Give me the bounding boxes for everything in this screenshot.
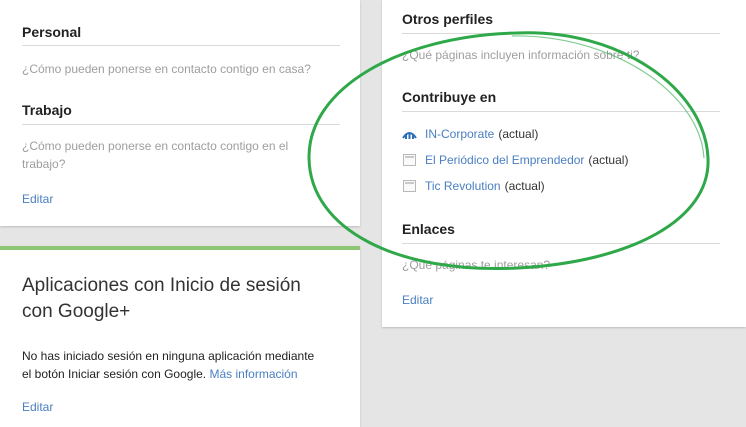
webpage-icon	[402, 154, 417, 167]
links-divider	[402, 243, 720, 244]
links-title: Enlaces	[402, 221, 455, 237]
contribution-name[interactable]: El Periódico del Emprendedor	[425, 153, 584, 167]
personal-contact-hint[interactable]: ¿Cómo pueden ponerse en contacto contigo…	[22, 60, 311, 78]
apps-card-title: Aplicaciones con Inicio de sesión con Go…	[22, 273, 301, 325]
links-hint[interactable]: ¿Qué páginas te interesan?	[402, 256, 550, 274]
more-info-link[interactable]: Más información	[209, 367, 297, 381]
contribution-status: (actual)	[504, 179, 545, 193]
work-divider	[22, 124, 340, 125]
contribution-item[interactable]: El Periódico del Emprendedor (actual)	[402, 151, 628, 169]
contributes-title: Contribuye en	[402, 89, 497, 105]
apps-description-line1: No has iniciado sesión en ninguna aplica…	[22, 349, 315, 363]
personal-section-title: Personal	[22, 24, 82, 40]
contact-edit-link[interactable]: Editar	[22, 192, 53, 206]
contact-info-card: Personal ¿Cómo pueden ponerse en contact…	[0, 0, 360, 226]
apps-card-description: No has iniciado sesión en ninguna aplica…	[22, 347, 314, 383]
apps-card-title-line1: Aplicaciones con Inicio de sesión	[22, 275, 301, 296]
contribution-status: (actual)	[588, 153, 629, 167]
other-profiles-title: Otros perfiles	[402, 11, 494, 27]
apps-edit-link[interactable]: Editar	[22, 400, 53, 414]
contribution-status: (actual)	[498, 127, 539, 141]
google-signin-apps-card: Aplicaciones con Inicio de sesión con Go…	[0, 246, 360, 427]
personal-divider	[22, 45, 340, 46]
work-section-title: Trabajo	[22, 102, 72, 118]
apps-description-line2: el botón Iniciar sesión con Google.	[22, 367, 207, 381]
other-profiles-hint[interactable]: ¿Qué páginas incluyen información sobre …	[402, 46, 639, 64]
in-corporate-logo-icon	[402, 128, 417, 141]
contribution-name[interactable]: IN-Corporate	[425, 127, 494, 141]
contribution-item[interactable]: IN-Corporate (actual)	[402, 125, 538, 143]
webpage-icon	[402, 180, 417, 193]
profiles-edit-link[interactable]: Editar	[402, 293, 433, 307]
profiles-card: Otros perfiles ¿Qué páginas incluyen inf…	[382, 0, 746, 327]
contributes-divider	[402, 111, 720, 112]
work-contact-hint-line2: trabajo?	[22, 157, 66, 171]
work-contact-hint[interactable]: ¿Cómo pueden ponerse en contacto contigo…	[22, 137, 288, 173]
contribution-item[interactable]: Tic Revolution (actual)	[402, 177, 545, 195]
contribution-name[interactable]: Tic Revolution	[425, 179, 501, 193]
work-contact-hint-line1: ¿Cómo pueden ponerse en contacto contigo…	[22, 139, 289, 153]
other-profiles-divider	[402, 33, 720, 34]
apps-card-title-line2: con Google+	[22, 301, 131, 322]
